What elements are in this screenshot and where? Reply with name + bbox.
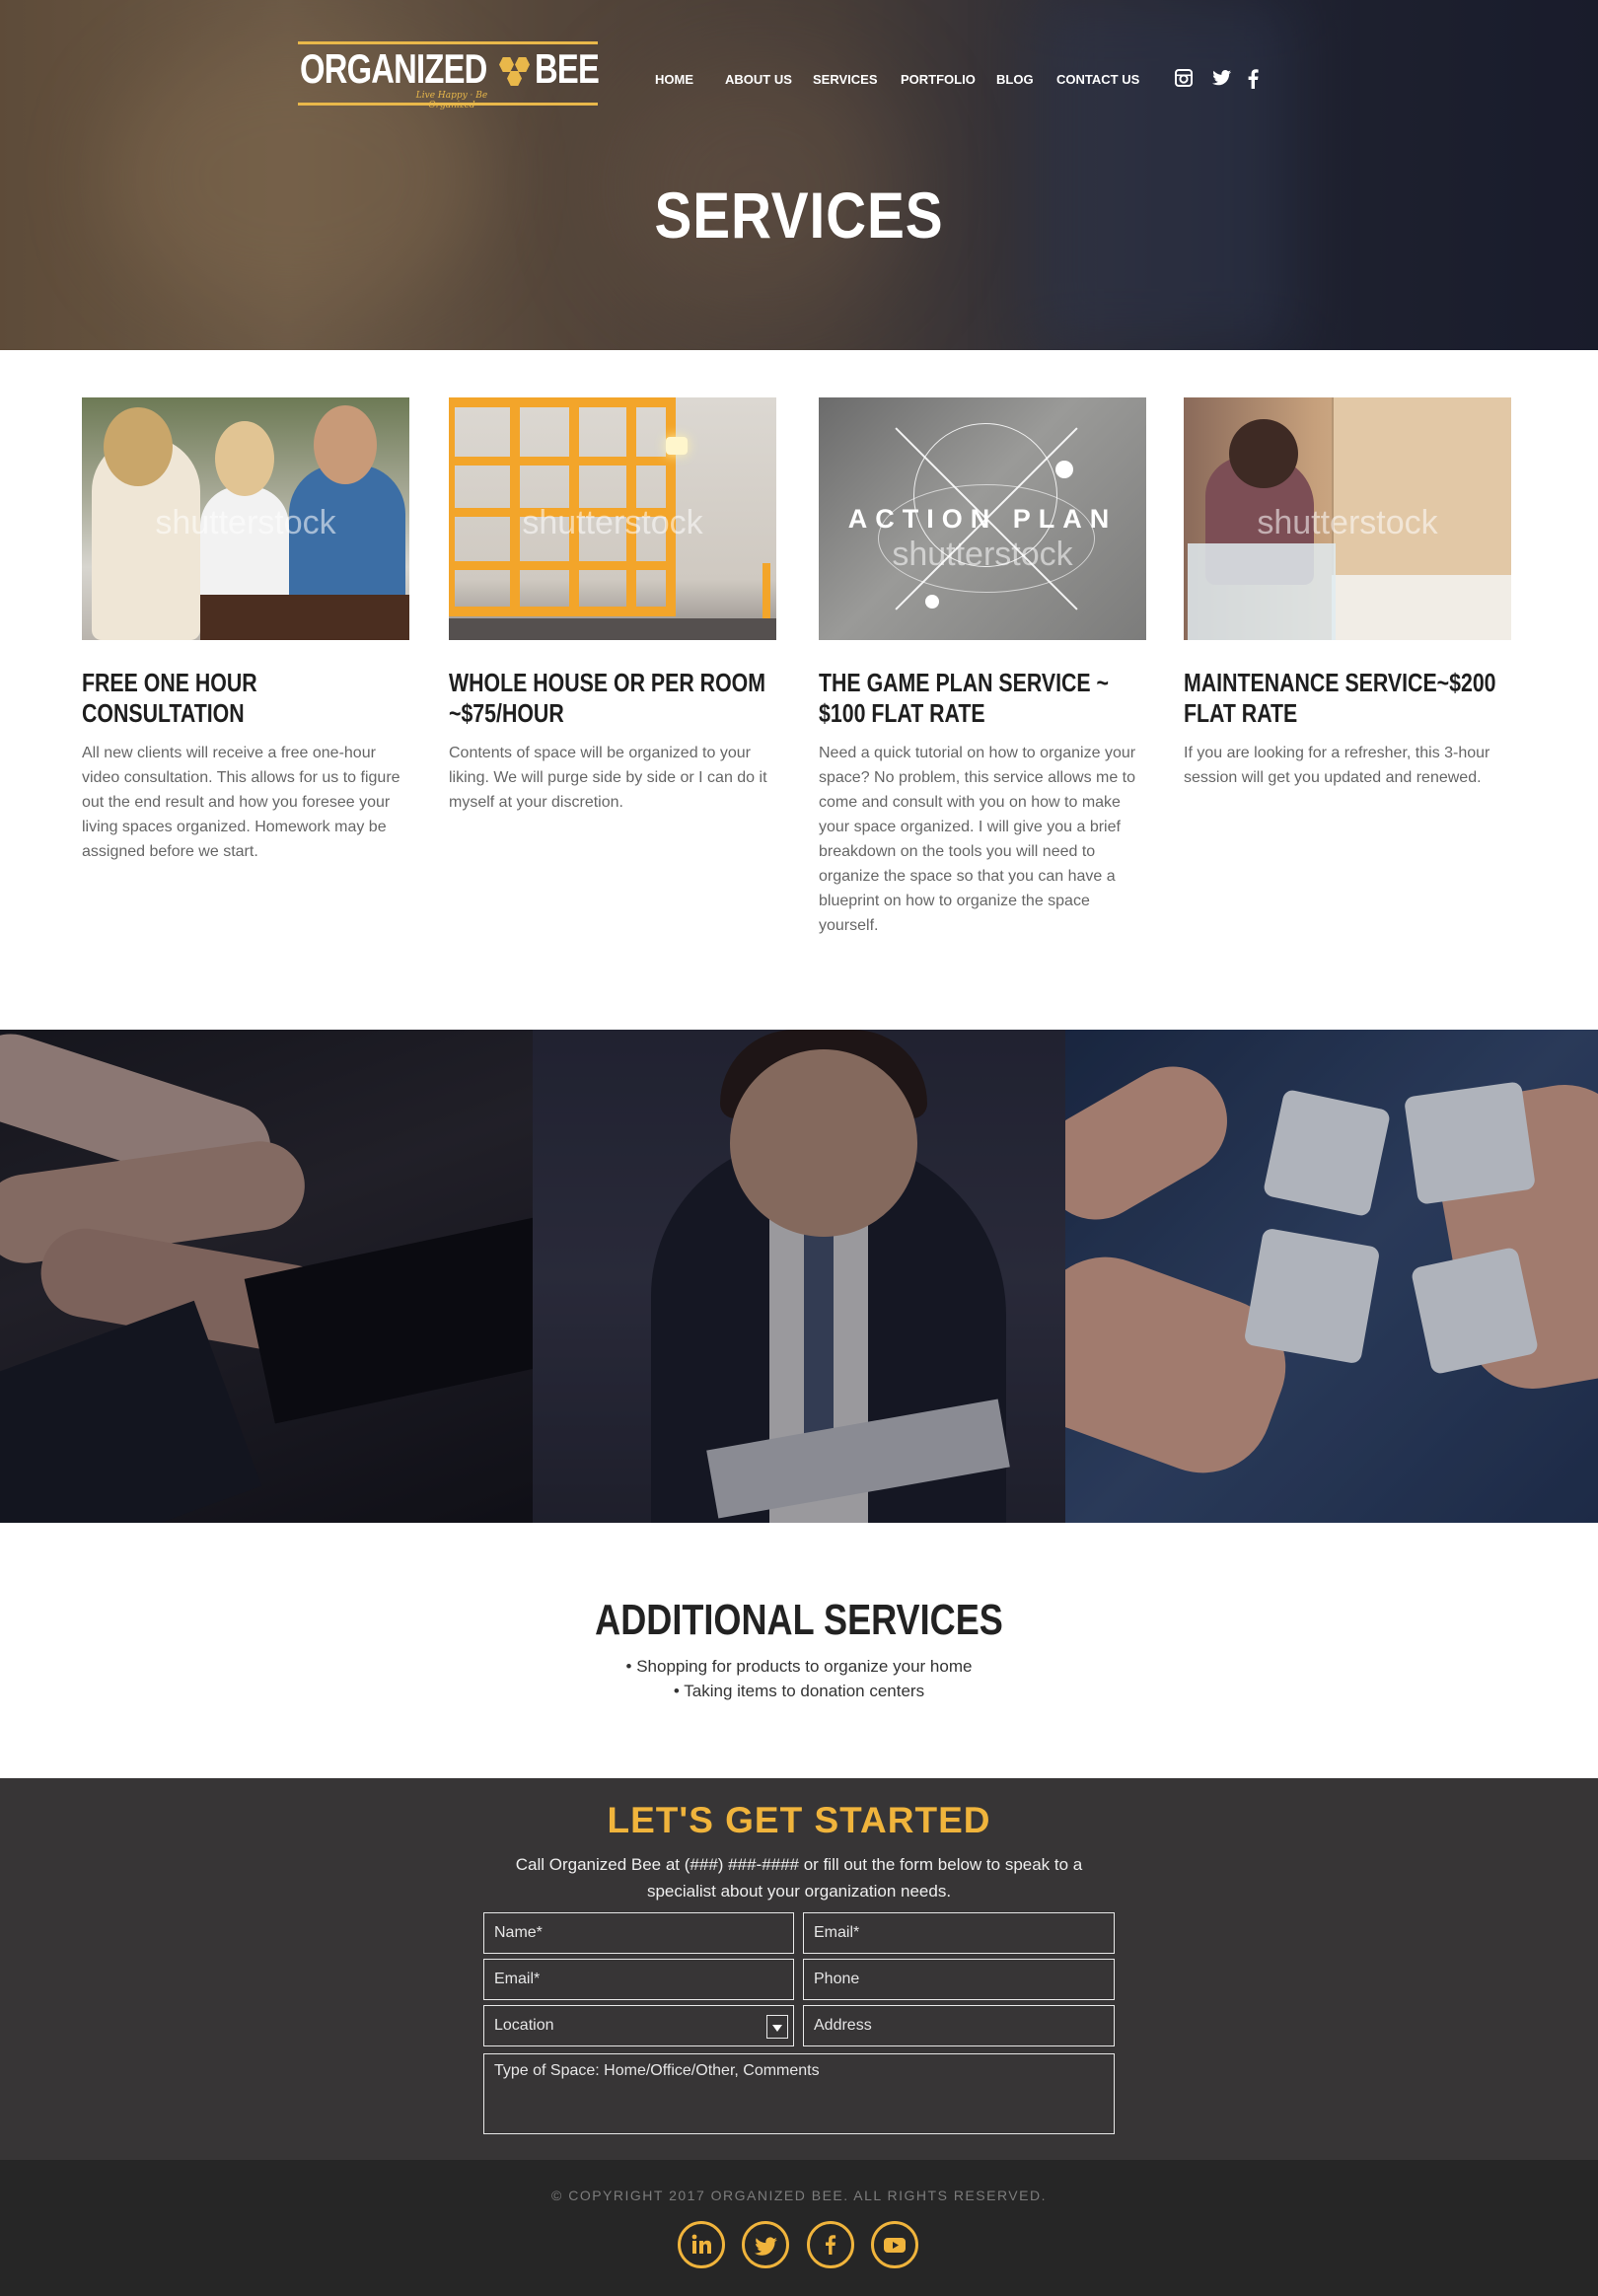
honeycomb-icon (499, 57, 514, 72)
service-card-consultation: shutterstock FREE ONE HOUR CONSULTATION … (82, 397, 409, 864)
service-image-action-plan: ACTION PLAN shutterstock (819, 397, 1146, 640)
service-description: All new clients will receive a free one-… (82, 745, 400, 860)
twitter-icon[interactable] (742, 2221, 789, 2268)
additional-services-title: ADDITIONAL SERVICES (595, 1596, 1003, 1644)
action-plan-caption: ACTION PLAN (847, 504, 1118, 534)
service-card-game-plan: ACTION PLAN shutterstock THE GAME PLAN S… (819, 397, 1146, 938)
service-title: WHOLE HOUSE OR PER ROOM ~$75/HOUR (449, 668, 766, 728)
contact-section: LET'S GET STARTED Call Organized Bee at … (0, 1778, 1598, 2160)
nav-about-us[interactable]: ABOUT US (725, 72, 792, 87)
businessman-tablet-image (533, 1030, 1065, 1523)
instagram-icon[interactable] (1175, 69, 1193, 91)
service-image-consultation: shutterstock (82, 397, 409, 640)
phone-field[interactable] (803, 1959, 1115, 2000)
footer: © COPYRIGHT 2017 ORGANIZED BEE. ALL RIGH… (0, 2160, 1598, 2296)
image-watermark: shutterstock (155, 504, 336, 541)
image-watermark: shutterstock (892, 536, 1073, 573)
nav-home[interactable]: HOME (655, 72, 693, 87)
service-description: Contents of space will be organized to y… (449, 745, 767, 811)
service-description: If you are looking for a refresher, this… (1184, 745, 1490, 786)
youtube-icon[interactable] (871, 2221, 918, 2268)
linkedin-icon[interactable] (678, 2221, 725, 2268)
logo-tagline: Live Happy · Be Organized (415, 91, 488, 110)
image-watermark: shutterstock (522, 504, 703, 541)
service-title: FREE ONE HOUR CONSULTATION (82, 668, 257, 728)
site-logo[interactable]: ORGANIZED BEE Live Happy · Be Organized (298, 41, 600, 110)
facebook-icon[interactable] (1248, 69, 1259, 91)
contact-subtitle: Call Organized Bee at (###) ###-#### or … (515, 1855, 1083, 1901)
twitter-icon[interactable] (1212, 69, 1232, 91)
facebook-icon[interactable] (807, 2221, 854, 2268)
nav-blog[interactable]: BLOG (996, 72, 1034, 87)
list-item: • Taking items to donation centers (673, 1682, 925, 1700)
comments-field[interactable] (483, 2053, 1115, 2134)
location-select[interactable]: Location (483, 2005, 794, 2046)
image-strip (0, 1030, 1598, 1523)
service-title: THE GAME PLAN SERVICE ~ $100 FLAT RATE (819, 668, 1109, 728)
list-item: • Shopping for products to organize your… (625, 1657, 973, 1676)
address-field[interactable] (803, 2005, 1115, 2046)
service-description: Need a quick tutorial on how to organize… (819, 745, 1136, 934)
service-card-maintenance: shutterstock MAINTENANCE SERVICE~$200 FL… (1184, 397, 1511, 790)
name-field[interactable] (483, 1912, 794, 1954)
service-image-shelf: shutterstock (449, 397, 776, 640)
page-title: SERVICES (654, 179, 944, 251)
hero-banner: ORGANIZED BEE Live Happy · Be Organized … (0, 0, 1598, 350)
contact-title: LET'S GET STARTED (607, 1800, 991, 1840)
nav-portfolio[interactable]: PORTFOLIO (901, 72, 976, 87)
location-select-value: Location (494, 2017, 554, 2034)
image-watermark: shutterstock (1257, 504, 1438, 541)
stacked-hands-image (0, 1030, 533, 1523)
service-card-whole-house: shutterstock WHOLE HOUSE OR PER ROOM ~$7… (449, 397, 776, 815)
logo-word-organized: ORGANIZED (300, 45, 487, 92)
service-title: MAINTENANCE SERVICE~$200 FLAT RATE (1184, 668, 1496, 728)
additional-services-list: • Shopping for products to organize your… (0, 1654, 1598, 1703)
nav-services[interactable]: SERVICES (813, 72, 878, 87)
nav-contact-us[interactable]: CONTACT US (1056, 72, 1139, 87)
logo-word-bee: BEE (535, 45, 600, 92)
chevron-down-icon[interactable] (766, 2015, 788, 2039)
email-field-secondary[interactable] (483, 1959, 794, 2000)
service-image-maintenance: shutterstock (1184, 397, 1511, 640)
copyright-text: © COPYRIGHT 2017 ORGANIZED BEE. ALL RIGH… (551, 2188, 1047, 2203)
puzzle-pieces-image (1065, 1030, 1598, 1523)
email-field[interactable] (803, 1912, 1115, 1954)
